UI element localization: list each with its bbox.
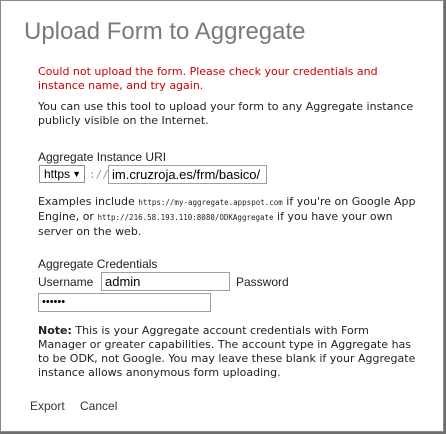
dropdown-arrow-icon: ▼ [72, 169, 81, 179]
password-value: •••••• [42, 296, 66, 308]
example-url-server: http://216.58.193.110:8080/ODKAggregate [97, 213, 274, 222]
example-url-appengine: https://my-aggregate.appspot.com [138, 198, 283, 207]
protocol-separator: :// [89, 168, 109, 181]
instance-url-input[interactable]: im.cruzroja.es/frm/basico/ [108, 165, 267, 184]
instance-url-value: im.cruzroja.es/frm/basico/ [112, 167, 261, 182]
credentials-section-label: Aggregate Credentials [38, 257, 158, 271]
upload-dialog: Upload Form to Aggregate Could not uploa… [0, 0, 444, 432]
note-text: This is your Aggregate account credentia… [38, 324, 416, 379]
dialog-title: Upload Form to Aggregate [24, 18, 306, 45]
protocol-selected-value: https [44, 167, 71, 181]
credentials-note: Note: This is your Aggregate account cre… [38, 324, 418, 380]
username-input[interactable]: admin [101, 272, 230, 291]
username-label: Username [38, 275, 94, 289]
password-input[interactable]: •••••• [38, 293, 211, 312]
error-message: Could not upload the form. Please check … [38, 65, 378, 92]
examples-prefix: Examples include [38, 195, 139, 208]
username-value: admin [105, 274, 141, 289]
intro-text: You can use this tool to upload your for… [38, 100, 414, 127]
protocol-select[interactable]: https ▼ [39, 165, 85, 183]
instance-section-label: Aggregate Instance URI [38, 150, 167, 164]
export-button[interactable]: Export [30, 399, 65, 413]
cancel-button[interactable]: Cancel [80, 399, 117, 413]
password-label: Password [236, 275, 289, 289]
note-label: Note: [38, 324, 72, 337]
examples-text: Examples include https://my-aggregate.ap… [38, 195, 428, 239]
